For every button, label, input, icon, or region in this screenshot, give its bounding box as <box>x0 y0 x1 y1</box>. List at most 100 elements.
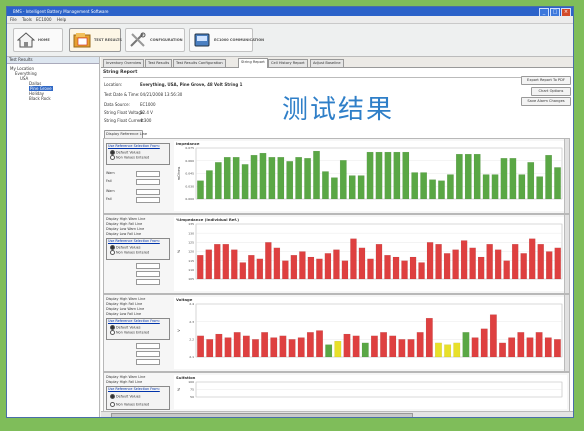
bar <box>214 162 222 200</box>
menu-tools[interactable]: Tools <box>22 17 32 22</box>
radio-values-entered[interactable]: Non Values Entered <box>110 250 149 255</box>
bar <box>527 162 535 200</box>
menu-ec1000[interactable]: EC1000 <box>36 17 52 22</box>
bar <box>352 335 360 358</box>
y-axis-label: V <box>177 329 181 332</box>
tree-node-usa[interactable]: USA <box>20 76 28 81</box>
fail-high-input[interactable] <box>136 179 160 185</box>
bar <box>537 244 544 280</box>
check-low-fail[interactable]: Display Low Fail Line <box>106 312 141 316</box>
bar <box>324 253 332 280</box>
y-tick-label: 2.2 <box>189 338 194 342</box>
bar <box>357 175 365 200</box>
test-results-button[interactable]: TEST RESULTS <box>69 28 122 52</box>
check-high-warn[interactable]: Display High Warn Line <box>106 297 145 301</box>
warn-low-input[interactable] <box>136 359 160 365</box>
radio-values-entered[interactable]: Non Values Entered <box>110 402 149 407</box>
menu-file[interactable]: File <box>10 17 17 22</box>
percent-impedance-chart: %Impedance (Individual Ref.) 135 130 125 12… <box>174 217 567 291</box>
bar <box>265 242 272 280</box>
scrollbar-thumb[interactable] <box>111 413 413 417</box>
bar <box>499 342 506 358</box>
home-button[interactable]: HOME <box>13 28 63 52</box>
warn-low-input[interactable] <box>136 189 160 195</box>
tools-icon <box>130 32 146 47</box>
tab-cell-history-report[interactable]: Cell History Report <box>268 59 308 67</box>
bar <box>307 256 315 280</box>
bar <box>489 314 497 358</box>
bar <box>205 249 212 280</box>
tab-test-results[interactable]: Test Results <box>145 59 173 67</box>
y-tick-label: 0.030 <box>185 184 194 188</box>
check-low-warn[interactable]: Display Low Warn Line <box>106 307 144 311</box>
window-title: BMS - Intelligent Battery Management Sof… <box>13 9 109 14</box>
fail-input[interactable] <box>136 351 160 357</box>
warn-low-input[interactable] <box>136 279 160 285</box>
bar <box>503 260 510 280</box>
bar <box>316 330 323 358</box>
check-high-warn[interactable]: Display High Warn Line <box>106 375 145 379</box>
bar <box>358 247 366 280</box>
tab-string-report[interactable]: String Report <box>238 58 268 68</box>
bar <box>480 328 488 358</box>
save-alarm-changes-button[interactable]: Save Alarm Changes <box>521 97 571 106</box>
tab-test-results-configuration[interactable]: Test Results Configuration <box>173 59 226 67</box>
bar <box>350 238 357 280</box>
bar <box>279 335 287 358</box>
field-location: Location: Everything, USA, Pine Grove, 4… <box>104 82 243 87</box>
field-test-date: Test Date & Time: 04/21/2008 13:56:30 <box>104 92 183 97</box>
bar <box>270 337 278 358</box>
warn-input[interactable] <box>136 263 160 269</box>
y-tick-label: 105 <box>188 277 194 281</box>
bar <box>277 157 285 200</box>
tab-inventory-overview[interactable]: Inventory Overview <box>103 59 145 67</box>
bar <box>206 170 213 200</box>
warn-high-input[interactable] <box>136 171 160 177</box>
bar <box>511 244 519 280</box>
bar <box>528 238 536 280</box>
y-tick-label: 120 <box>188 250 194 254</box>
y-tick-label: 0.045 <box>185 172 194 176</box>
check-high-fail[interactable]: Display High Fail Line <box>106 222 142 226</box>
tab-adjust-baseline[interactable]: Adjust Baseline <box>310 59 344 67</box>
radio-default-values[interactable]: Default Values <box>110 394 141 399</box>
voltage-chart-svg: 2.4 2.3 2.2 2.1 V <box>177 302 563 359</box>
bar <box>299 251 306 280</box>
field-label: Warn <box>106 171 115 175</box>
horizontal-scrollbar[interactable] <box>101 411 573 417</box>
bar <box>420 172 427 200</box>
radio-values-entered[interactable]: Non Values Entered <box>110 155 149 160</box>
vertical-scrollbar[interactable] <box>564 215 569 293</box>
bar <box>520 253 527 280</box>
warn-input[interactable] <box>136 343 160 349</box>
check-low-warn[interactable]: Display Low Warn Line <box>106 227 144 231</box>
export-pdf-button[interactable]: Export Report To PDF <box>521 76 571 85</box>
vertical-scrollbar[interactable] <box>564 295 569 371</box>
check-high-warn[interactable]: Display High Warn Line <box>106 217 145 221</box>
menu-help[interactable]: Help <box>57 17 66 22</box>
bar <box>411 172 419 200</box>
bar <box>384 255 391 280</box>
bar <box>554 247 561 280</box>
configuration-button[interactable]: CONFIGURATION <box>125 28 185 52</box>
check-low-fail[interactable]: Display Low Fail Line <box>106 232 141 236</box>
bar <box>438 180 445 200</box>
bar <box>282 260 289 280</box>
bar <box>518 174 526 200</box>
ec1000-communication-button[interactable]: EC1000 COMMUNICATION <box>189 28 264 52</box>
vertical-scrollbar[interactable] <box>564 139 569 213</box>
check-high-fail[interactable]: Display High Fail Line <box>106 380 142 384</box>
bar <box>290 255 298 280</box>
chart-options-button[interactable]: Chart Options <box>531 87 571 96</box>
radio-values-entered[interactable]: Non Values Entered <box>110 330 149 335</box>
bar <box>409 256 417 280</box>
fail-low-input[interactable] <box>136 197 160 203</box>
bar <box>546 251 553 280</box>
tree-node-black-rock[interactable]: Black Rock <box>29 96 51 101</box>
bar <box>407 339 415 358</box>
bar <box>313 150 320 200</box>
bar <box>535 332 543 358</box>
fail-input[interactable] <box>136 271 160 277</box>
check-high-fail[interactable]: Display High Fail Line <box>106 302 142 306</box>
bar <box>322 171 329 200</box>
